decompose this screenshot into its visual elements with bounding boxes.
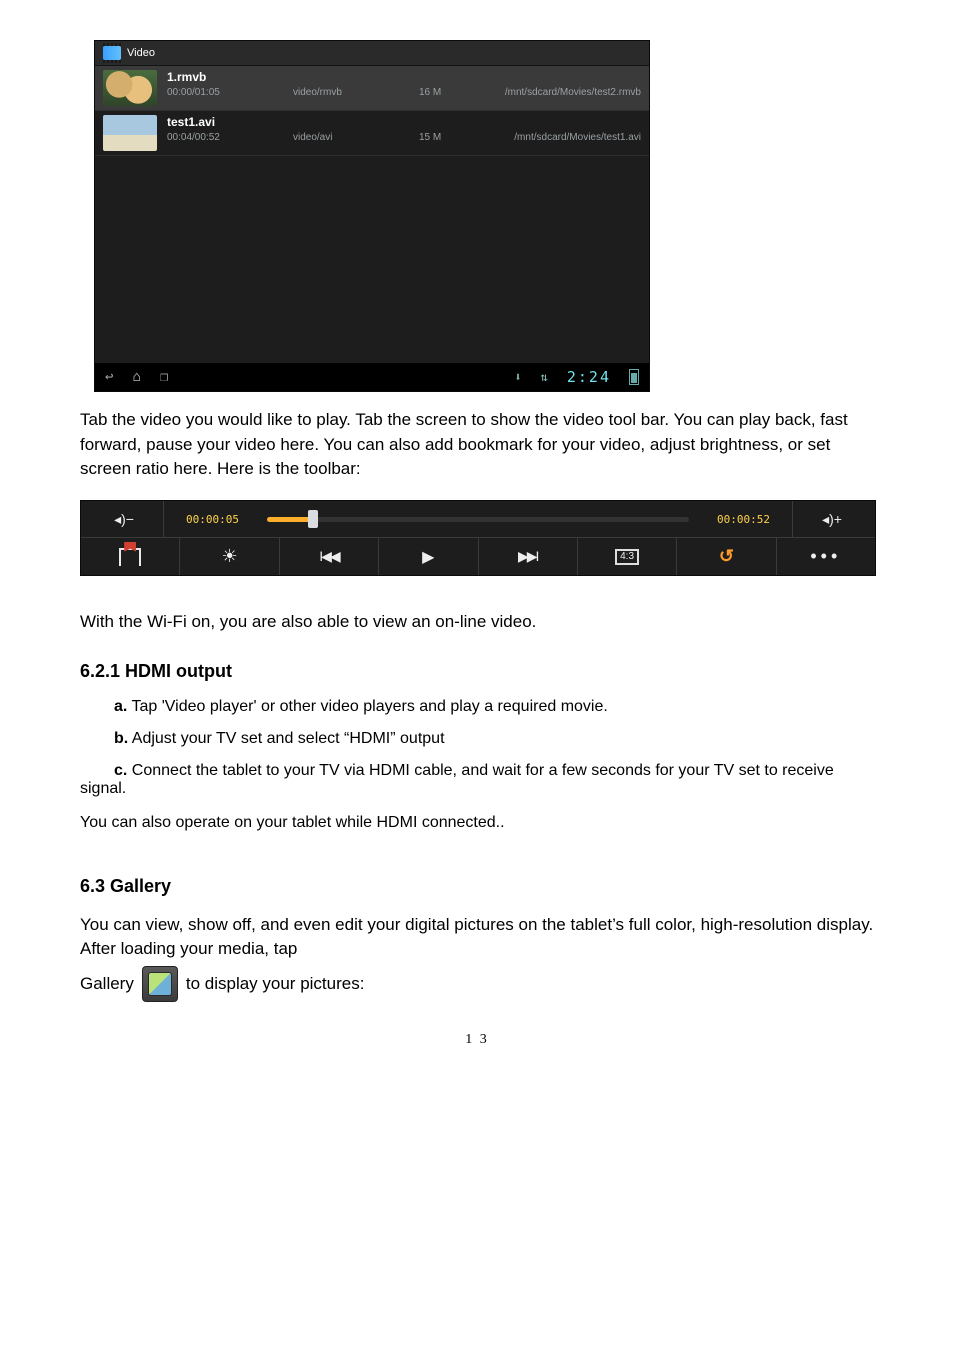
- seek-bar[interactable]: [267, 517, 689, 522]
- time-total: 00:00:52: [701, 513, 786, 526]
- download-icon: ⬇: [514, 370, 522, 384]
- gallery-app-icon[interactable]: [142, 966, 178, 1002]
- step-text: Tap 'Video player' or other video player…: [127, 698, 607, 715]
- status-clock: 2:24: [567, 368, 611, 386]
- video-duration: 00:00/01:05: [167, 87, 287, 98]
- skip-next-icon: ▶▶I: [518, 548, 537, 565]
- video-filename: 1.rmvb: [167, 70, 641, 84]
- step-text: Adjust your TV set and select “HDMI” out…: [128, 730, 444, 747]
- video-size: 15 M: [419, 132, 479, 143]
- seek-knob[interactable]: [308, 510, 318, 528]
- step-label: a.: [114, 698, 127, 715]
- paragraph: You can view, show off, and even edit yo…: [80, 913, 874, 962]
- step-label: b.: [114, 730, 128, 747]
- step-c: c. Connect the tablet to your TV via HDM…: [80, 762, 874, 798]
- recent-apps-icon[interactable]: ❐: [160, 369, 169, 385]
- video-toolbar: ◂)− 00:00:05 00:00:52 ◂)+ ☀ I◀◀ ▶ ▶▶I 4:…: [80, 500, 876, 576]
- video-size: 16 M: [419, 87, 479, 98]
- video-app-header: Video: [95, 41, 649, 66]
- system-navbar: ↩ ⌂ ❐ ⬇ ⇅ 2:24: [95, 363, 649, 391]
- video-app-title: Video: [127, 47, 155, 59]
- aspect-ratio-icon: 4:3: [615, 549, 639, 565]
- time-current: 00:00:05: [170, 513, 255, 526]
- video-path: /mnt/sdcard/Movies/test2.rmvb: [485, 87, 641, 98]
- bookmark-icon: [119, 548, 141, 566]
- video-filename: test1.avi: [167, 115, 641, 129]
- bookmark-button[interactable]: [81, 538, 180, 575]
- video-duration: 00:04/00:52: [167, 132, 287, 143]
- video-codec: video/avi: [293, 132, 413, 143]
- film-icon: [103, 46, 121, 60]
- gallery-word: Gallery: [80, 974, 134, 994]
- volume-down-button[interactable]: ◂)−: [85, 501, 164, 538]
- play-icon: ▶: [422, 547, 434, 567]
- paragraph: You can also operate on your tablet whil…: [80, 814, 874, 832]
- paragraph: With the Wi-Fi on, you are also able to …: [80, 610, 874, 635]
- play-button[interactable]: ▶: [379, 538, 478, 575]
- step-text: Connect the tablet to your TV via HDMI c…: [80, 762, 834, 797]
- aspect-ratio-button[interactable]: 4:3: [578, 538, 677, 575]
- step-label: c.: [114, 762, 127, 779]
- video-app-window: Video 1.rmvb 00:00/01:05 video/rmvb 16 M…: [94, 40, 650, 392]
- wifi-icon: ⇅: [541, 370, 549, 384]
- replay-icon: ↺: [719, 546, 734, 567]
- video-thumbnail: [103, 115, 157, 151]
- replay-button[interactable]: ↺: [677, 538, 776, 575]
- skip-previous-icon: I◀◀: [319, 548, 338, 565]
- more-icon: •••: [810, 546, 841, 567]
- more-button[interactable]: •••: [777, 538, 875, 575]
- next-button[interactable]: ▶▶I: [479, 538, 578, 575]
- video-row[interactable]: 1.rmvb 00:00/01:05 video/rmvb 16 M /mnt/…: [95, 66, 649, 111]
- page-number: 1 3: [80, 1032, 874, 1048]
- step-b: b. Adjust your TV set and select “HDMI” …: [80, 730, 874, 748]
- volume-up-button[interactable]: ◂)+: [792, 501, 871, 538]
- brightness-icon: ☀: [221, 546, 237, 567]
- back-icon[interactable]: ↩: [105, 369, 114, 385]
- video-thumbnail: [103, 70, 157, 106]
- home-icon[interactable]: ⌂: [132, 369, 141, 385]
- step-a: a. Tap 'Video player' or other video pla…: [80, 698, 874, 716]
- brightness-button[interactable]: ☀: [180, 538, 279, 575]
- video-row[interactable]: test1.avi 00:04/00:52 video/avi 15 M /mn…: [95, 111, 649, 156]
- video-codec: video/rmvb: [293, 87, 413, 98]
- paragraph: Tab the video you would like to play. Ta…: [80, 408, 874, 482]
- section-heading-gallery: 6.3 Gallery: [80, 876, 874, 897]
- gallery-suffix: to display your pictures:: [186, 974, 365, 994]
- gallery-line: Gallery to display your pictures:: [80, 966, 874, 1002]
- previous-button[interactable]: I◀◀: [280, 538, 379, 575]
- section-heading-hdmi: 6.2.1 HDMI output: [80, 661, 874, 682]
- video-path: /mnt/sdcard/Movies/test1.avi: [485, 132, 641, 143]
- battery-icon: [629, 369, 639, 385]
